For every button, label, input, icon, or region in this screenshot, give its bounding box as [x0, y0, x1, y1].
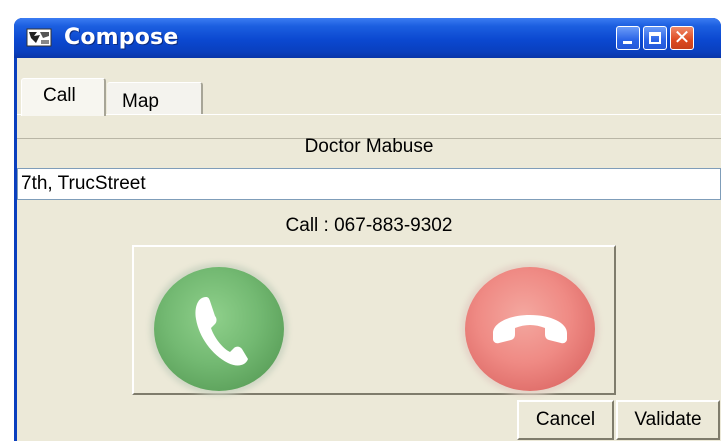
accept-call-button[interactable] [154, 267, 284, 391]
cancel-button[interactable]: Cancel [517, 400, 614, 440]
compose-app-icon [26, 28, 52, 47]
minimize-icon [623, 41, 632, 44]
window-title: Compose [64, 25, 179, 50]
validate-button[interactable]: Validate [616, 400, 720, 440]
address-field[interactable] [17, 168, 721, 200]
contact-name: Doctor Mabuse [304, 136, 434, 157]
maximize-button[interactable] [643, 26, 667, 50]
call-buttons-panel [132, 245, 616, 395]
call-number-label: Call : 067-883-9302 [285, 215, 453, 236]
window-client-area: Map Call Doctor Mabuse Call : 067-883-93… [17, 58, 721, 441]
reject-call-button[interactable] [465, 267, 595, 391]
minimize-button[interactable] [616, 26, 640, 50]
compose-window: Compose ✕ Map Call Doctor Mabuse Call : … [14, 18, 721, 441]
tab-map[interactable]: Map [107, 82, 203, 114]
tab-call-label: Call [43, 85, 76, 106]
tab-strip-divider [17, 114, 721, 115]
close-icon: ✕ [673, 25, 691, 49]
phone-hangup-icon [493, 315, 567, 344]
maximize-icon [649, 32, 661, 44]
close-button[interactable]: ✕ [670, 26, 694, 50]
phone-accept-icon [195, 297, 248, 366]
tab-map-label: Map [122, 91, 159, 112]
tab-call[interactable]: Call [21, 78, 106, 116]
title-bar[interactable]: Compose ✕ [14, 18, 721, 58]
